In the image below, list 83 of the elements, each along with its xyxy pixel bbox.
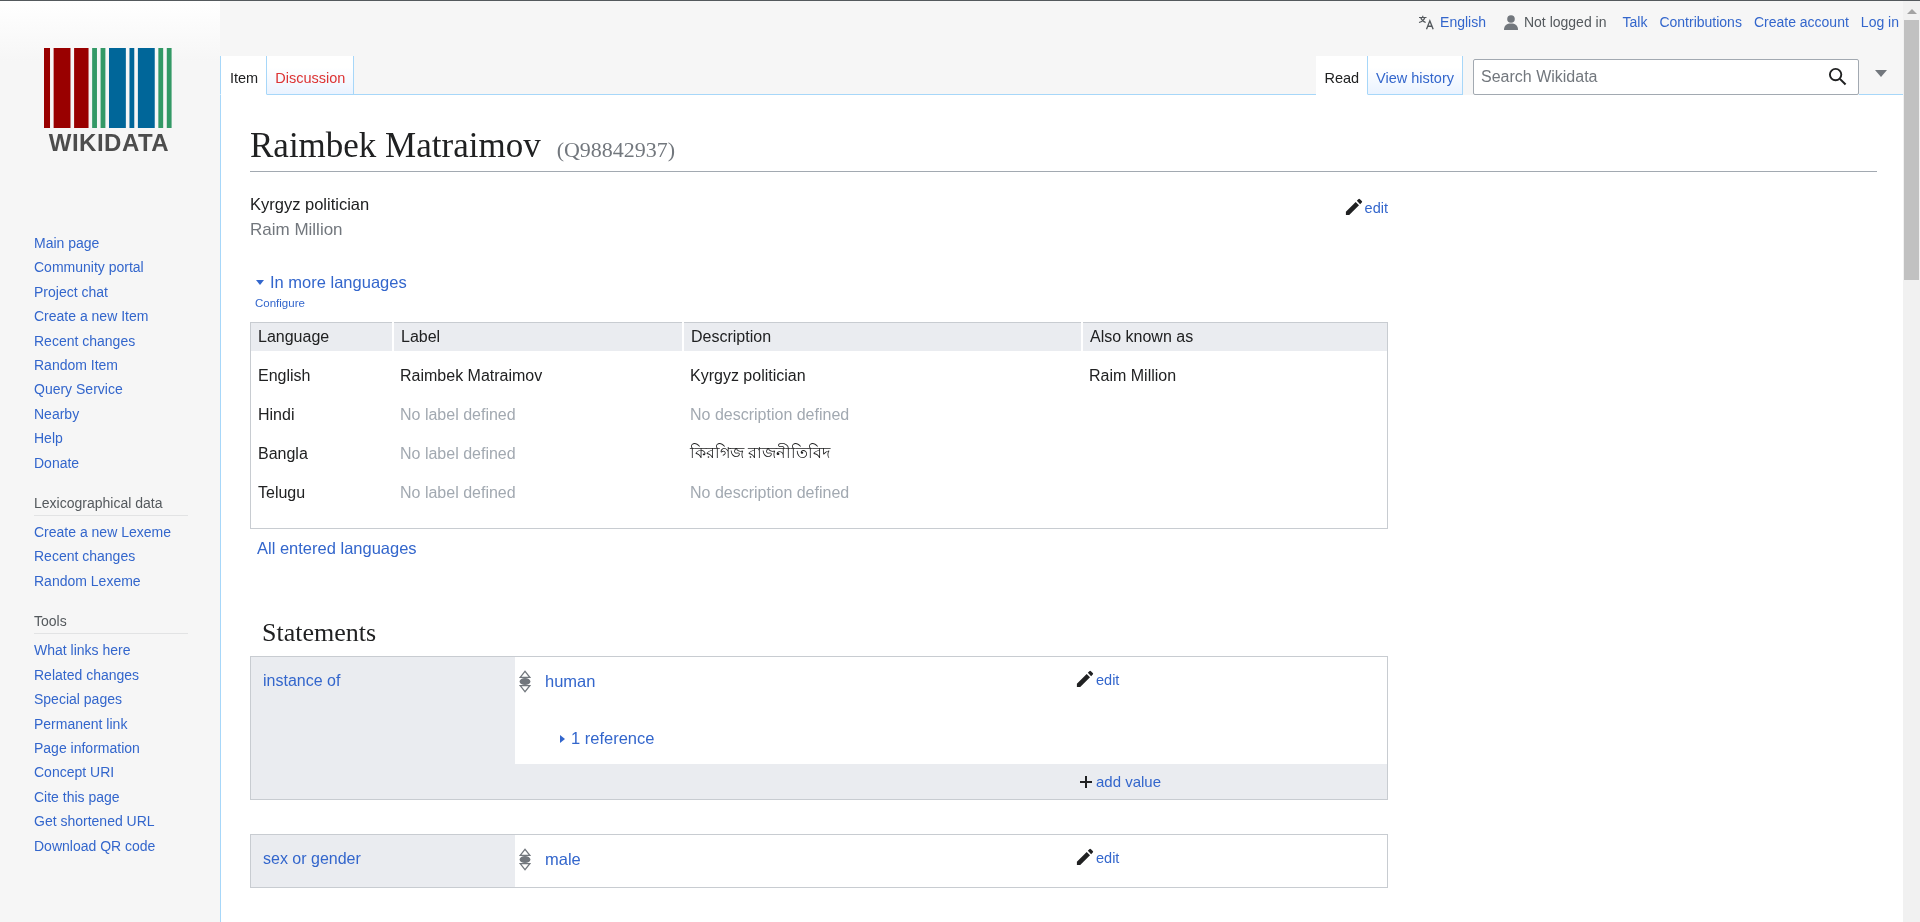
- personal-link[interactable]: Contributions: [1659, 14, 1742, 31]
- sidebar-link[interactable]: Concept URI: [34, 760, 115, 785]
- caret-icon[interactable]: [1875, 69, 1887, 77]
- sidebar-link[interactable]: Random Lexeme: [34, 568, 141, 594]
- personal-link[interactable]: Talk: [1622, 14, 1648, 31]
- sidebar-link[interactable]: What links here: [34, 638, 131, 663]
- references-toggle[interactable]: 1 reference: [560, 729, 655, 748]
- table-cell: Bangla: [250, 434, 393, 473]
- sidebar-heading: Tools: [34, 611, 188, 635]
- table-cell-text: কিরগিজ রাজনীতিবিদ: [689, 442, 832, 463]
- table-cell: Kyrgyz politician: [683, 351, 1082, 395]
- edit-link[interactable]: edit: [1343, 198, 1388, 217]
- value-link[interactable]: male: [545, 850, 1075, 869]
- sidebar-link[interactable]: Random Item: [34, 353, 119, 378]
- item-description: Kyrgyz politician: [250, 194, 370, 215]
- pencil-icon: [1075, 848, 1094, 867]
- item-id: (Q98842937): [556, 137, 676, 163]
- personal-link[interactable]: Log in: [1860, 14, 1899, 31]
- tab[interactable]: Item: [220, 55, 268, 95]
- table-cell-text: No label defined: [399, 404, 517, 425]
- sidebar-link[interactable]: Special pages: [34, 687, 122, 712]
- sidebar-link[interactable]: Nearby: [34, 401, 80, 427]
- sidebar-link[interactable]: Help: [34, 426, 63, 451]
- pencil-icon: [1343, 198, 1363, 217]
- table-cell: English: [250, 351, 393, 395]
- column-header: Label: [393, 322, 683, 351]
- tab[interactable]: Read: [1316, 55, 1369, 95]
- column-header: Also known as: [1082, 322, 1388, 351]
- configure-link[interactable]: Configure: [255, 297, 305, 309]
- sidebar-link[interactable]: Main page: [34, 231, 100, 256]
- add-value-link[interactable]: add value: [1080, 773, 1162, 790]
- sidebar-link[interactable]: Create a new Lexeme: [34, 520, 171, 545]
- rank-icon[interactable]: [519, 670, 531, 693]
- caret-right-icon: [560, 734, 565, 743]
- scrollbar[interactable]: [1903, 1, 1920, 922]
- table-cell: Hindi: [250, 395, 393, 434]
- table-cell-text: No description defined: [689, 404, 851, 425]
- table-cell: Raim Million: [1082, 351, 1388, 395]
- sidebar-link[interactable]: Donate: [34, 450, 80, 476]
- wikidata-logo[interactable]: WIKIDATA: [41, 48, 177, 155]
- sidebar-link[interactable]: Download QR code: [34, 833, 156, 858]
- pencil-icon: [1075, 670, 1094, 689]
- sidebar-heading: Lexicographical data: [34, 493, 188, 517]
- language-link[interactable]: English: [1418, 14, 1486, 31]
- sidebar-link[interactable]: Query Service: [34, 377, 123, 402]
- sidebar-link[interactable]: Cite this page: [34, 784, 120, 810]
- plus-icon: [1080, 775, 1092, 788]
- sidebar-link[interactable]: Related changes: [34, 662, 140, 688]
- user-icon: [1503, 14, 1518, 30]
- edit-link[interactable]: edit: [1075, 670, 1120, 689]
- sidebar-link[interactable]: Recent changes: [34, 328, 136, 354]
- sidebar-link[interactable]: Recent changes: [34, 544, 136, 569]
- column-header: Language: [250, 322, 393, 351]
- sidebar-link[interactable]: Get shortened URL: [34, 809, 155, 834]
- search-field[interactable]: Search Wikidata: [1473, 58, 1859, 95]
- section-heading: Statements: [262, 618, 377, 648]
- expand-toggle[interactable]: In more languages: [256, 273, 407, 292]
- personal-link[interactable]: Create account: [1753, 14, 1849, 31]
- caret-down-icon: [256, 280, 264, 285]
- item-alias: Raim Million: [250, 219, 344, 241]
- table-cell: Telugu: [250, 473, 393, 529]
- table-cell: Raimbek Matraimov: [393, 351, 683, 395]
- edit-link[interactable]: edit: [1075, 848, 1120, 867]
- sidebar-link[interactable]: Page information: [34, 735, 140, 761]
- sidebar-link[interactable]: Community portal: [34, 255, 144, 280]
- tab[interactable]: View history: [1368, 55, 1463, 95]
- property-link[interactable]: instance of: [263, 672, 341, 689]
- page-title: Raimbek Matraimov: [250, 125, 541, 167]
- user-status: Not logged in: [1503, 14, 1607, 31]
- search-icon[interactable]: [1828, 66, 1847, 86]
- sidebar-link[interactable]: Project chat: [34, 279, 108, 305]
- table-cell: No label defined: [393, 473, 683, 529]
- value-link[interactable]: human: [545, 672, 1075, 691]
- rank-icon[interactable]: [519, 848, 531, 871]
- tab[interactable]: Discussion: [267, 55, 355, 95]
- sidebar-link[interactable]: Create a new Item: [34, 304, 149, 329]
- table-cell-text: No label defined: [399, 443, 517, 464]
- table-cell: No description defined: [683, 473, 1082, 529]
- all-languages-link[interactable]: All entered languages: [257, 539, 417, 558]
- property-link[interactable]: sex or gender: [263, 850, 361, 867]
- sidebar-link[interactable]: Permanent link: [34, 711, 128, 736]
- column-header: Description: [683, 322, 1082, 351]
- translate-icon: [1418, 14, 1436, 30]
